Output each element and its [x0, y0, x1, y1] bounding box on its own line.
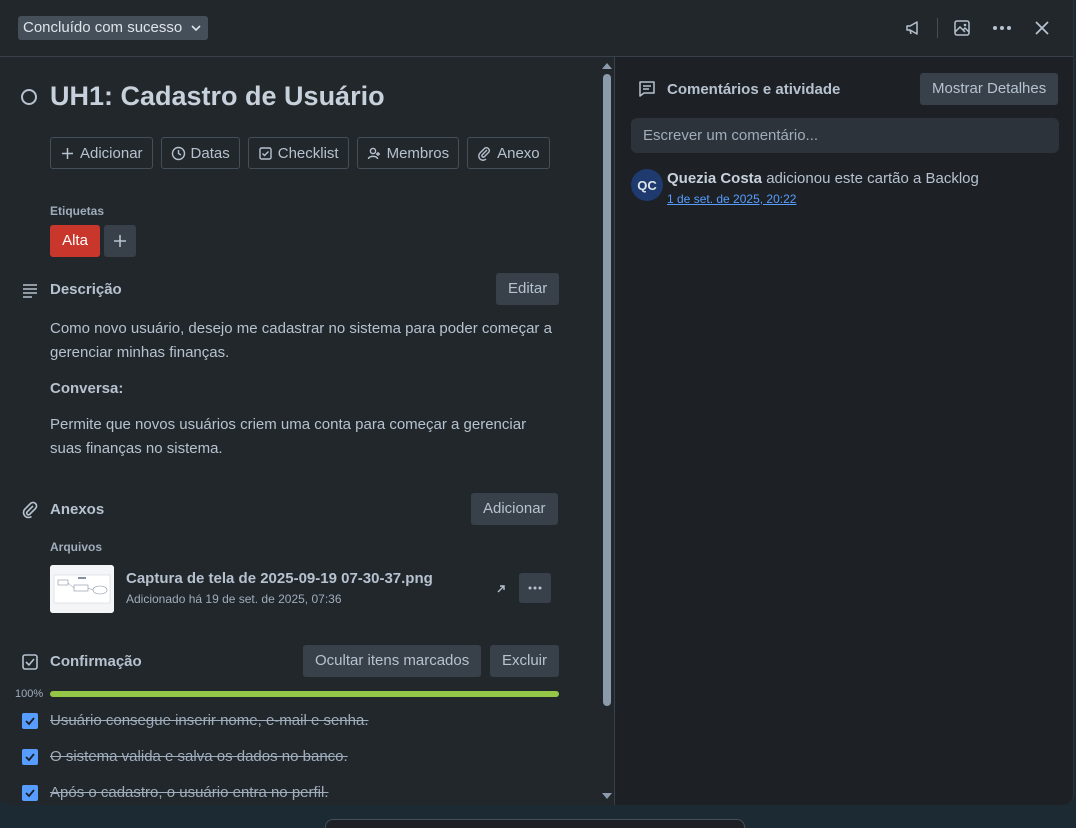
activity-title: Comentários e atividade: [667, 81, 841, 98]
checklist-item[interactable]: Após o cadastro, o usuário entra no perf…: [22, 784, 562, 804]
checklist-item-text[interactable]: Usuário consegue inserir nome, e-mail e …: [50, 712, 369, 729]
checklist-progress-bar: [50, 691, 559, 697]
attachment-button[interactable]: Anexo: [467, 137, 550, 169]
checkbox[interactable]: [22, 785, 38, 801]
plus-icon: [62, 147, 73, 159]
checklist-item-text[interactable]: O sistema valida e salva os dados no ban…: [50, 748, 348, 765]
attachment-label: Anexo: [497, 144, 540, 162]
conversa-label: Conversa:: [50, 380, 124, 397]
chevron-down-icon: [191, 25, 201, 32]
members-icon: [367, 147, 380, 159]
members-button[interactable]: Membros: [356, 137, 460, 169]
checklist-button[interactable]: Checklist: [247, 137, 349, 169]
edit-description-button[interactable]: Editar: [496, 273, 560, 305]
status-dropdown[interactable]: Concluído com sucesso: [18, 16, 209, 40]
attachment-meta: Adicionado há 19 de set. de 2025, 07:36: [126, 592, 342, 606]
activity-user[interactable]: Quezia Costa: [667, 170, 762, 187]
checklist-percent: 100%: [15, 688, 44, 700]
card-actions: Adicionar Datas Checklist Membros Anexo: [50, 137, 550, 169]
activity-entry: Quezia Costa adicionou este cartão a Bac…: [667, 170, 979, 187]
description-paragraph-1: Como novo usuário, desejo me cadastrar n…: [50, 320, 552, 361]
activity-pane: Comentários e atividade Mostrar Detalhes…: [615, 57, 1073, 805]
add-label: Adicionar: [80, 144, 143, 162]
description-title: Descrição: [50, 281, 122, 298]
attachment-more-button[interactable]: [519, 573, 551, 603]
checklist-label: Checklist: [277, 144, 339, 162]
avatar[interactable]: QC: [631, 169, 663, 201]
checklist-progress-fill: [50, 691, 559, 697]
more-icon[interactable]: [990, 16, 1014, 40]
check-icon: [25, 789, 35, 798]
scroll-down-arrow[interactable]: [602, 793, 612, 799]
attachments-title: Anexos: [50, 501, 105, 518]
description-icon: [23, 284, 37, 298]
description-paragraph-2: Permite que novos usuários criem uma con…: [50, 416, 527, 457]
labels-heading: Etiquetas: [50, 204, 105, 218]
more-icon: [528, 586, 542, 590]
checklist-item[interactable]: Usuário consegue inserir nome, e-mail e …: [22, 712, 562, 732]
checkbox[interactable]: [22, 713, 38, 729]
files-heading: Arquivos: [50, 540, 103, 554]
delete-checklist-button[interactable]: Excluir: [490, 645, 560, 677]
complete-toggle[interactable]: [21, 89, 37, 105]
clock-icon: [171, 146, 185, 160]
megaphone-icon[interactable]: [901, 16, 925, 40]
attachment-thumbnail[interactable]: [50, 565, 114, 613]
status-label: Concluído com sucesso: [23, 19, 183, 36]
attachment-name[interactable]: Captura de tela de 2025-09-19 07-30-37.p…: [126, 570, 433, 587]
close-icon[interactable]: [1030, 16, 1054, 40]
checkbox[interactable]: [22, 749, 38, 765]
card-title[interactable]: UH1: Cadastro de Usuário: [50, 81, 385, 112]
checklist-item-text[interactable]: Após o cadastro, o usuário entra no perf…: [50, 784, 329, 801]
activity-timestamp[interactable]: 1 de set. de 2025, 20:22: [667, 192, 796, 206]
checklist-title: Confirmação: [50, 653, 142, 670]
left-pane-scrollbar[interactable]: [600, 57, 614, 805]
check-icon: [25, 717, 35, 726]
image-icon[interactable]: [950, 16, 974, 40]
card-modal: Concluído com sucesso UH1: Cadastro de U…: [0, 0, 1074, 805]
add-attachment-button[interactable]: Adicionar: [471, 493, 558, 525]
scroll-up-arrow[interactable]: [602, 63, 612, 69]
check-icon: [25, 753, 35, 762]
modal-header: Concluído com sucesso: [0, 0, 1073, 57]
checklist-icon: [22, 654, 38, 670]
plus-icon: [114, 235, 126, 247]
label-chip-alta[interactable]: Alta: [50, 225, 100, 257]
activity-text: adicionou este cartão a Backlog: [766, 170, 979, 187]
members-label: Membros: [386, 144, 450, 162]
add-label-button[interactable]: [104, 225, 136, 257]
card-details-pane: UH1: Cadastro de Usuário Adicionar Datas…: [0, 57, 600, 805]
dates-label: Datas: [190, 144, 230, 162]
header-separator: [937, 18, 938, 38]
scroll-thumb[interactable]: [603, 74, 611, 706]
comment-input[interactable]: Escrever um comentário...: [631, 118, 1059, 153]
background-panel-edge: [325, 819, 745, 828]
paperclip-icon: [22, 501, 38, 519]
show-details-button[interactable]: Mostrar Detalhes: [920, 73, 1059, 105]
checklist-item[interactable]: O sistema valida e salva os dados no ban…: [22, 748, 562, 768]
hide-checked-button[interactable]: Ocultar itens marcados: [303, 645, 482, 677]
add-button[interactable]: Adicionar: [50, 137, 153, 169]
comment-icon: [639, 81, 655, 97]
checklist-icon: [259, 146, 272, 160]
paperclip-icon: [478, 146, 491, 161]
open-external-icon[interactable]: [494, 582, 508, 596]
dates-button[interactable]: Datas: [160, 137, 240, 169]
